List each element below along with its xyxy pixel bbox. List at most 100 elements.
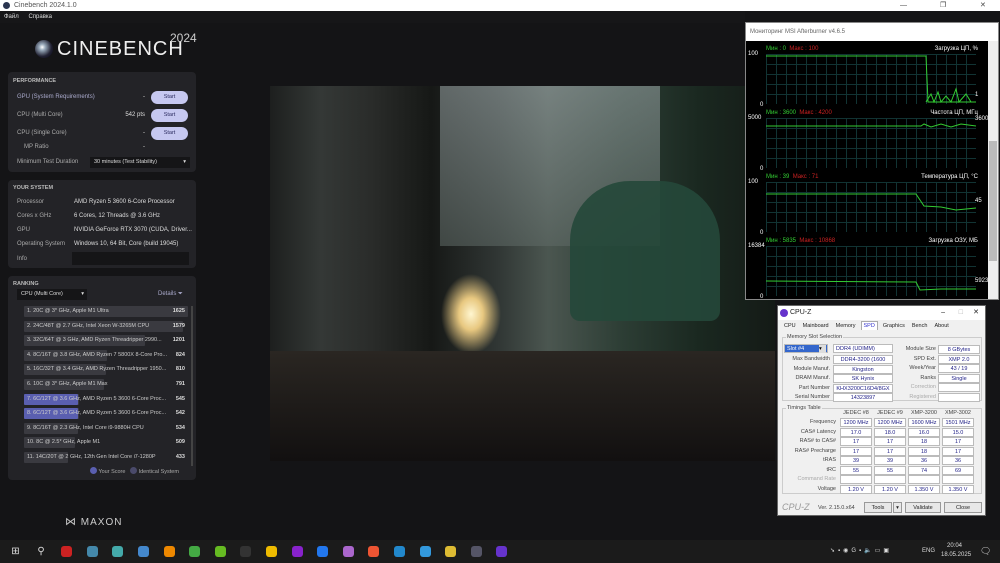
details-button[interactable]: Details ⏷ <box>158 291 198 298</box>
spd-value: 8 GBytes <box>938 345 980 354</box>
vlc-taskbar-icon[interactable] <box>163 546 175 557</box>
ranking-item[interactable]: 11. 14C/20T @ 2 GHz, 12th Gen Intel Core… <box>24 452 188 463</box>
performance-heading: PERFORMANCE <box>13 78 57 84</box>
perf-row-mp-ratio: MP Ratio - <box>24 144 145 150</box>
start-taskbar-icon[interactable]: ⊞ <box>10 546 21 557</box>
app-blue-taskbar-icon[interactable] <box>317 546 329 557</box>
app-taskbar-icon[interactable] <box>342 546 354 557</box>
cpuz-tab-mainboard[interactable]: Mainboard <box>801 322 831 330</box>
timing-value: 18 <box>908 446 940 456</box>
system-row: Processor AMD Ryzen 5 3600 6-Core Process… <box>17 199 175 205</box>
cpuz-tab-memory[interactable]: Memory <box>834 322 858 330</box>
steam-taskbar-icon[interactable] <box>394 546 405 557</box>
ranking-item[interactable]: 7. 6C/12T @ 3.6 GHz, AMD Ryzen 5 3600 6-… <box>24 393 188 405</box>
close-cpuz-button[interactable]: Close <box>944 502 982 513</box>
ranking-item[interactable]: 10. 8C @ 2.5* GHz, Apple M1 509 <box>24 437 188 449</box>
slot-select[interactable]: Slot #4 ▾ <box>784 344 828 353</box>
ranking-item[interactable]: 3. 32C/64T @ 3 GHz, AMD Ryzen Threadripp… <box>24 335 188 347</box>
timing-value: 39 <box>874 456 906 465</box>
validate-button[interactable]: Validate <box>905 502 941 513</box>
afterburner-window: Мониторинг MSI Afterburner v4.6.5 Мин : … <box>745 22 999 300</box>
cinebench-taskbar-icon[interactable] <box>470 546 482 557</box>
timing-value: 1.20 V <box>874 484 906 494</box>
ranking-item[interactable]: 8. 6C/12T @ 3.6 GHz, AMD Ryzen 5 3600 6-… <box>24 408 188 420</box>
ea-taskbar-icon[interactable] <box>368 546 380 557</box>
search-taskbar-icon[interactable]: ⚲ <box>36 546 47 557</box>
ranking-item[interactable]: 2. 24C/48T @ 2.7 GHz, Intel Xeon W-3265M… <box>24 320 188 332</box>
close-button[interactable]: ✕ <box>980 0 986 11</box>
input-language[interactable]: ENG <box>922 548 935 554</box>
minimize-button[interactable]: – <box>941 306 945 320</box>
cpuz-tab-graphics[interactable]: Graphics <box>881 322 907 330</box>
app-purple-taskbar-icon[interactable] <box>291 546 303 557</box>
calculator-taskbar-icon[interactable] <box>86 546 98 557</box>
start-gpu-button[interactable]: Start <box>151 91 188 104</box>
clock-date[interactable]: 18.05.2025 <box>941 552 971 558</box>
spd-value: DDR4-3200 (1600 MHz) <box>833 355 893 371</box>
app-taskbar-icon[interactable] <box>419 546 431 557</box>
menu-help[interactable]: Справка <box>28 14 52 20</box>
timing-label: Frequency <box>810 419 836 425</box>
system-panel: YOUR SYSTEM Processor AMD Ryzen 5 3600 6-… <box>8 180 196 268</box>
menu-file[interactable]: Файл <box>4 14 19 20</box>
ranking-heading: RANKING <box>13 281 39 287</box>
chevron-down-icon: ▾ <box>81 291 84 297</box>
cpuz-tab-about[interactable]: About <box>932 322 950 330</box>
duration-select[interactable]: 30 minutes (Test Stability) ▾ <box>90 157 190 168</box>
ranking-item[interactable]: 4. 8C/16T @ 3.8 GHz, AMD Ryzen 7 5800X 8… <box>24 349 188 361</box>
timing-value: 1.20 V <box>840 484 872 494</box>
cinebench-logo: CINEBENCH <box>35 38 184 61</box>
maximize-button[interactable]: ❐ <box>940 0 946 11</box>
cpuz-tab-spd[interactable]: SPD <box>860 321 878 330</box>
version-year: 2024 <box>170 31 197 45</box>
identical-system-swatch <box>130 467 138 474</box>
cpu-z-taskbar-icon[interactable] <box>496 546 508 557</box>
cpuz-titlebar: CPU-Z – □ ✕ <box>778 306 985 320</box>
clock-time[interactable]: 20:04 <box>947 543 962 549</box>
timing-column-header: XMP-3200 <box>911 410 937 416</box>
afterburner-scrollbar[interactable] <box>988 41 998 299</box>
spd-label: Week/Year <box>909 365 936 371</box>
nvidia-taskbar-icon[interactable] <box>214 546 226 557</box>
ranking-item[interactable]: 9. 8C/16T @ 2.3 GHz, Intel Core i9-9880H… <box>24 422 188 434</box>
maximize-button[interactable]: □ <box>959 306 963 320</box>
timing-value: 17 <box>874 446 906 456</box>
ranking-item[interactable]: 1. 20C @ 3* GHz, Apple M1 Ultra 1625 <box>24 306 188 317</box>
rockstar-taskbar-icon[interactable] <box>266 546 277 557</box>
close-button[interactable]: ✕ <box>973 306 979 320</box>
info-field[interactable] <box>72 252 189 265</box>
epic-games-taskbar-icon[interactable] <box>240 546 252 557</box>
ranking-item[interactable]: 6. 10C @ 3* GHz, Apple M1 Max 791 <box>24 379 188 390</box>
ranking-mode-select[interactable]: CPU (Multi Core) ▾ <box>17 289 87 300</box>
spd-value <box>938 392 980 402</box>
graph-line <box>766 280 976 291</box>
minimize-button[interactable]: — <box>900 0 907 11</box>
app-taskbar-icon[interactable] <box>138 546 149 557</box>
cpuz-tab-cpu[interactable]: CPU <box>782 322 798 330</box>
tools-dropdown-button[interactable]: ▾ <box>893 502 902 513</box>
chevron-down-icon: ▾ <box>183 159 186 165</box>
spd-value: XMP 2.0 <box>938 354 980 364</box>
app-red-taskbar-icon[interactable] <box>61 546 73 557</box>
notifications-icon[interactable]: 🗨 <box>980 546 991 557</box>
timing-label: RAS# to CAS# <box>799 438 836 444</box>
system-row: Operating System Windows 10, 64 Bit, Core… <box>17 241 179 247</box>
ranking-scrollbar[interactable] <box>191 306 193 466</box>
cpuz-tab-bench[interactable]: Bench <box>910 322 930 330</box>
start-cpu-single-button[interactable]: Start <box>151 127 188 140</box>
xbox-taskbar-icon[interactable] <box>189 546 201 557</box>
ranking-item[interactable]: 5. 16C/32T @ 3.4 GHz, AMD Ryzen Threadri… <box>24 364 188 376</box>
tools-button[interactable]: Tools <box>864 502 892 513</box>
render-image <box>270 86 775 461</box>
app-taskbar-icon[interactable] <box>112 546 124 557</box>
timing-value: 74 <box>908 465 940 475</box>
menu-bar: Файл Справка <box>0 11 745 23</box>
chrome-taskbar-icon[interactable] <box>445 546 457 557</box>
timing-value: 69 <box>942 465 974 475</box>
taskbar: ⊞ ⚲ ➘▪◉G▪🔈▭▣ ENG 20:04 18.05.2025 🗨 <box>0 540 1000 563</box>
tray-icons[interactable]: ➘▪◉G▪🔈▭▣ <box>830 547 892 554</box>
spd-value: Single <box>938 373 980 383</box>
start-cpu-multi-button[interactable]: Start <box>151 109 188 122</box>
timing-value <box>942 475 974 484</box>
spd-label: Module Manuf. <box>793 365 830 372</box>
